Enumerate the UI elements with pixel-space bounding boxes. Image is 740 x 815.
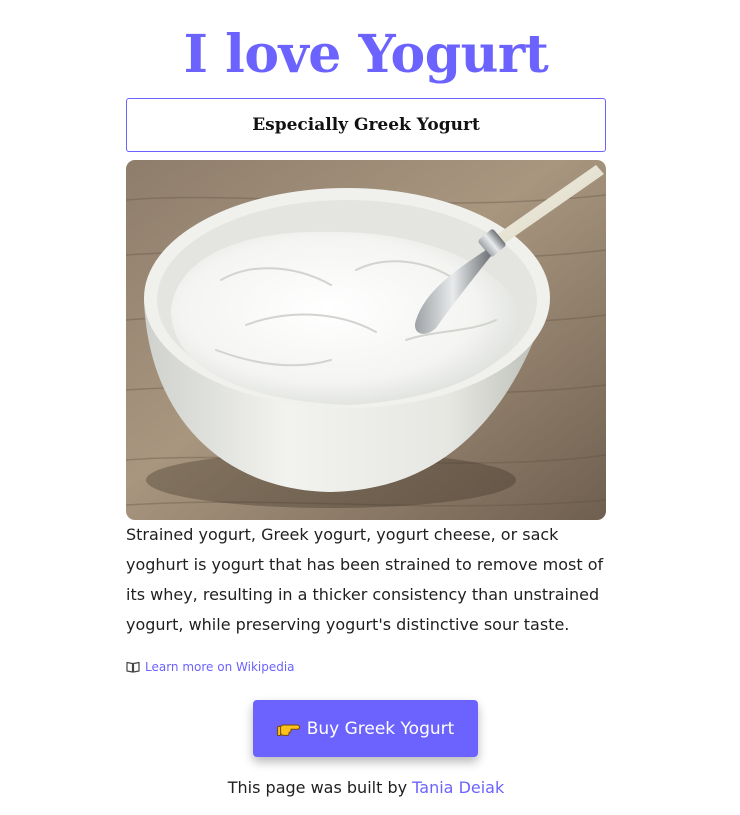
description-text: Strained yogurt, Greek yogurt, yogurt ch…	[126, 525, 604, 634]
page: I love Yogurt Especially Greek Yogurt St…	[0, 0, 740, 815]
buy-button-label: Buy Greek Yogurt	[306, 718, 455, 739]
wikipedia-link-label: Learn more on Wikipedia	[145, 660, 295, 674]
buy-greek-yogurt-button[interactable]: Buy Greek Yogurt	[253, 700, 478, 757]
book-icon	[126, 661, 140, 673]
subtitle-box: Especially Greek Yogurt	[126, 98, 606, 152]
page-subtitle: Especially Greek Yogurt	[252, 115, 480, 135]
author-link[interactable]: Tania Deiak	[412, 778, 504, 797]
footer-prefix: This page was built by	[227, 778, 408, 797]
wikipedia-link[interactable]: Learn more on Wikipedia	[126, 660, 295, 674]
pointing-hand-icon	[276, 724, 300, 736]
footer: This page was built by Tania Deiak	[0, 778, 732, 797]
page-title: I love Yogurt	[183, 24, 549, 85]
yogurt-photo	[126, 160, 606, 520]
